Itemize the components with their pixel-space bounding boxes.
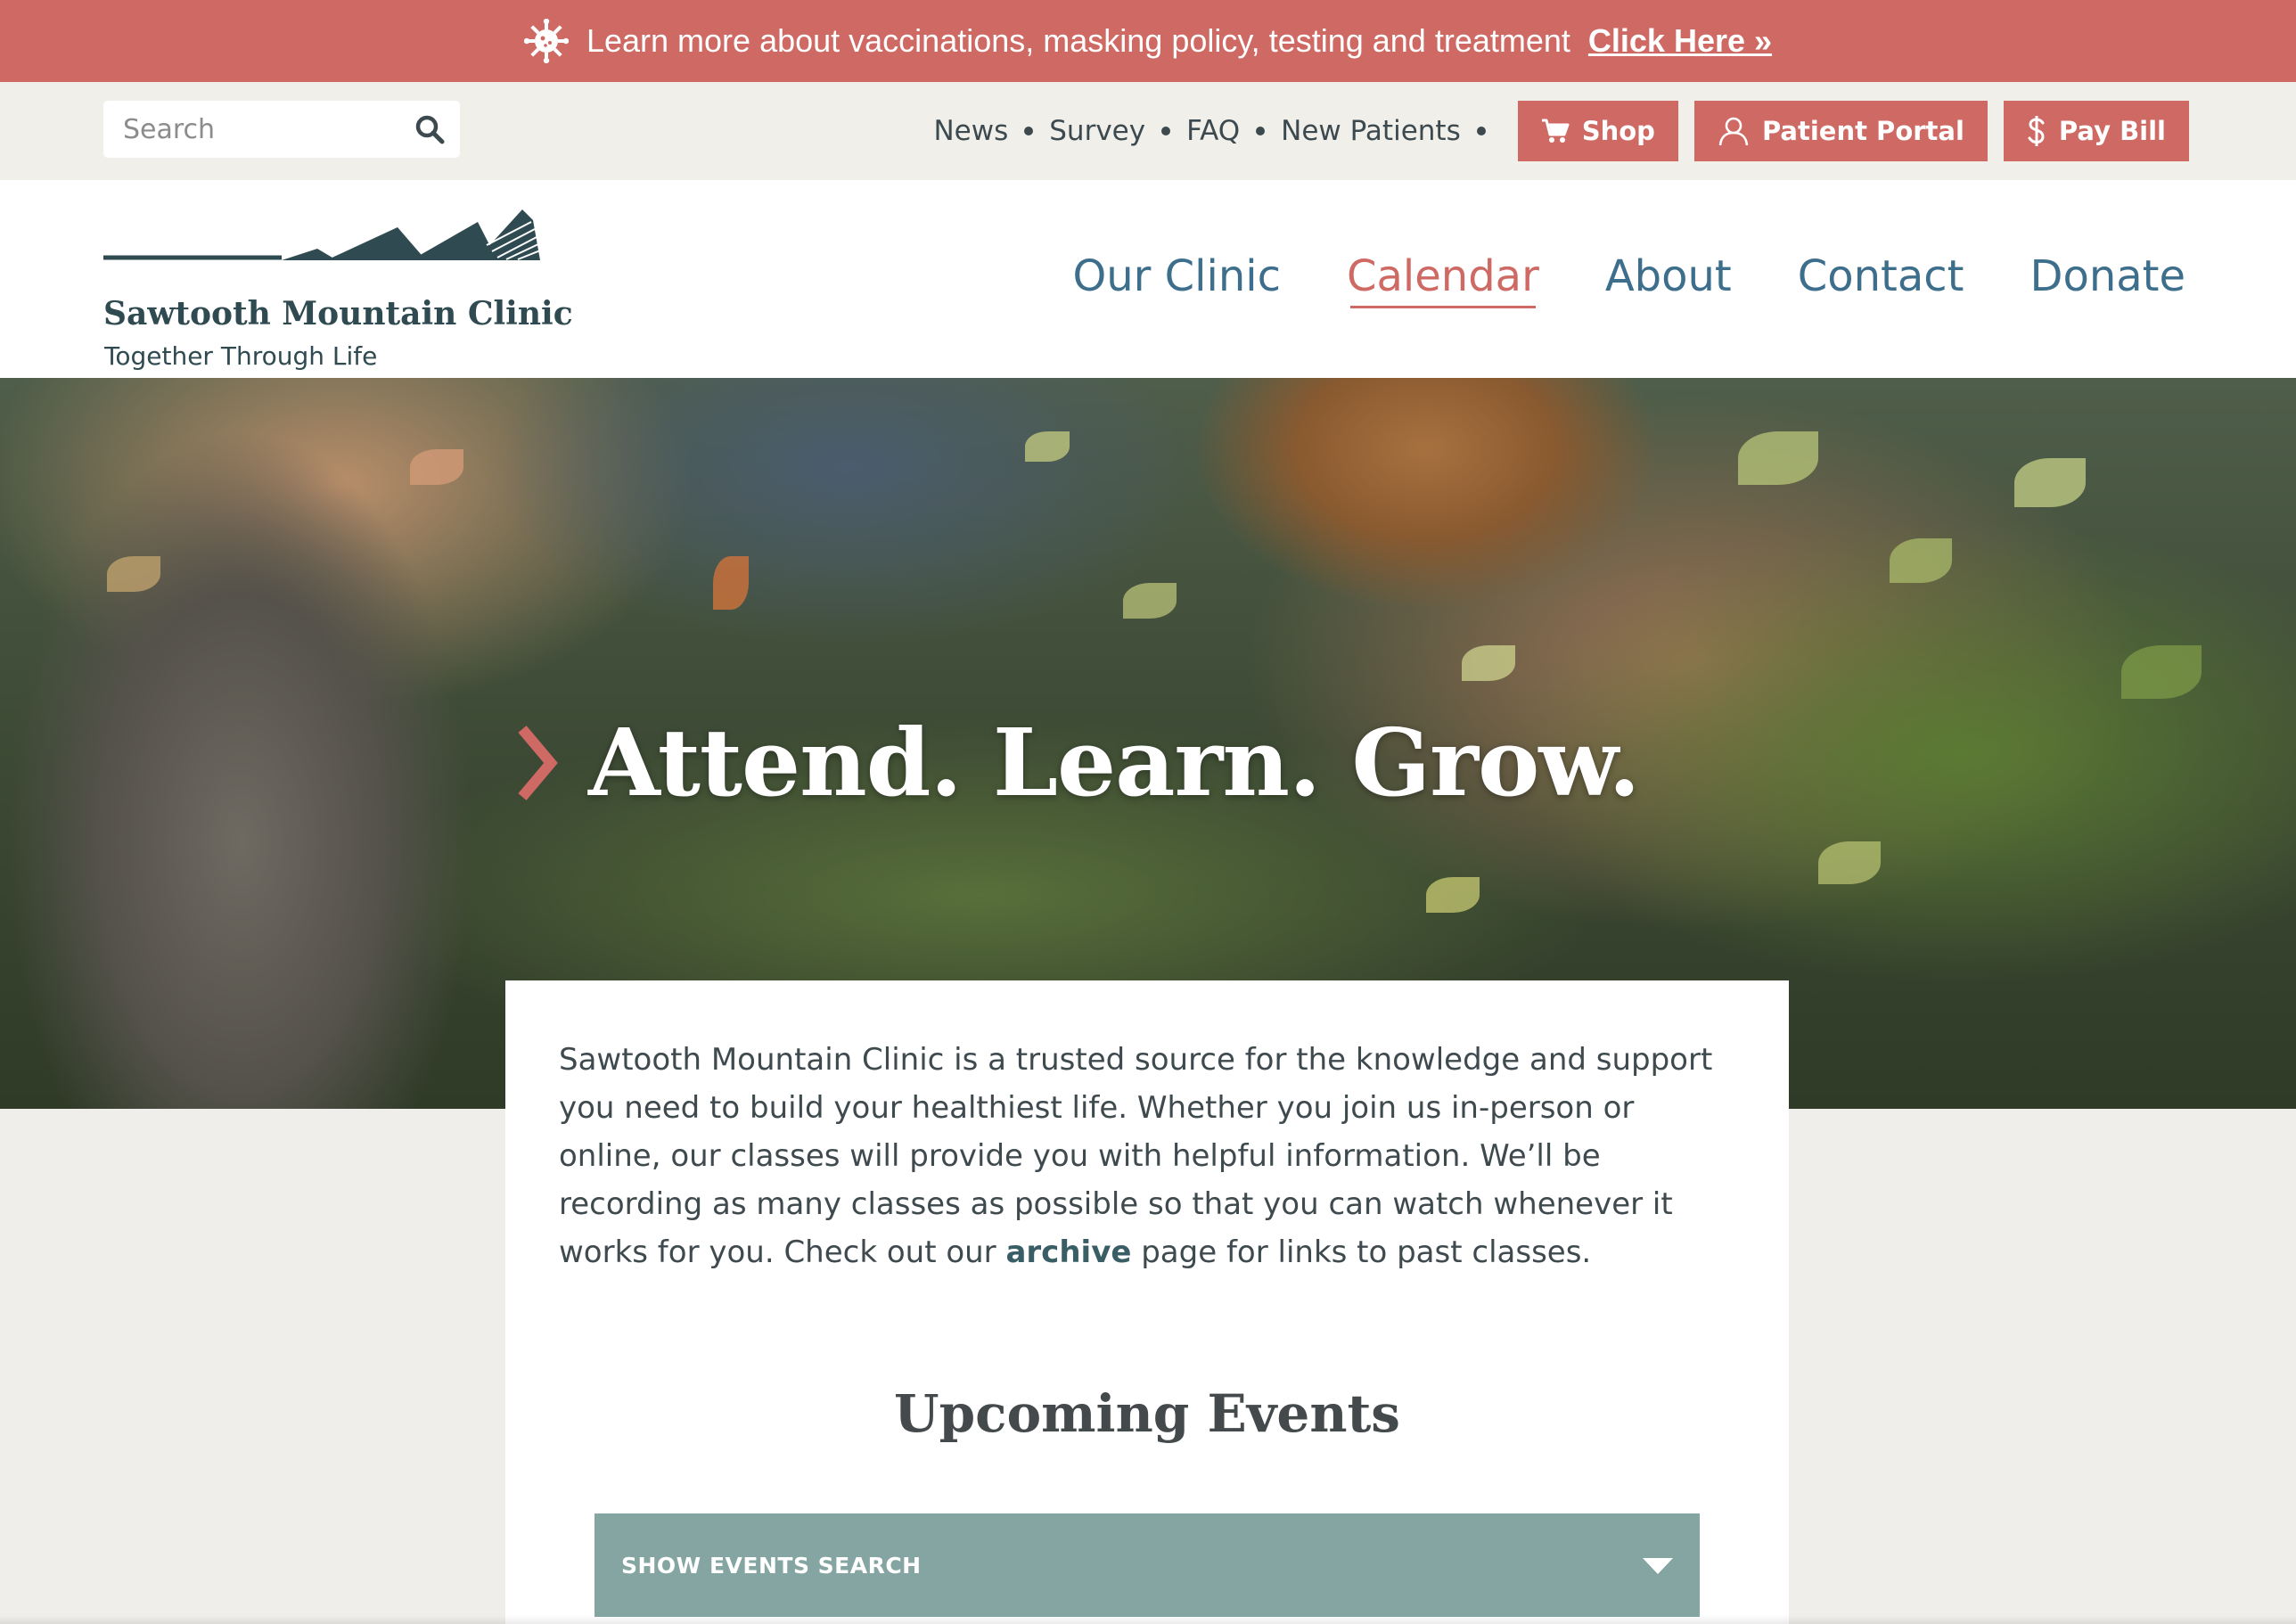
util-link-news[interactable]: News — [933, 115, 1008, 147]
logo[interactable]: Sawtooth Mountain Clinic Together Throug… — [103, 209, 573, 371]
separator-dot — [1476, 127, 1486, 135]
util-link-survey[interactable]: Survey — [1049, 115, 1145, 147]
user-icon — [1718, 117, 1749, 146]
hero-foliage — [1462, 645, 1515, 681]
page-bottom-shadow — [0, 1615, 2296, 1624]
hero-foliage — [1426, 877, 1480, 913]
shop-button[interactable]: Shop — [1517, 101, 1678, 161]
shop-button-label: Shop — [1581, 116, 1655, 146]
mountain-logo-icon — [103, 209, 540, 260]
nav-calendar[interactable]: Calendar — [1347, 251, 1539, 308]
alert-click-here-link[interactable]: Click Here » — [1588, 22, 1772, 60]
search-box — [103, 101, 460, 158]
archive-link[interactable]: archive — [1005, 1234, 1131, 1270]
util-link-new-patients[interactable]: New Patients — [1281, 115, 1461, 147]
hero-foliage — [107, 556, 160, 592]
pay-bill-button[interactable]: Pay Bill — [2003, 101, 2189, 161]
upcoming-events-heading: Upcoming Events — [894, 1383, 1400, 1444]
nav-contact[interactable]: Contact — [1798, 251, 1964, 301]
hero-foliage — [1738, 431, 1818, 485]
intro-text-end: page for links to past classes. — [1131, 1234, 1592, 1270]
logo-tagline: Together Through Life — [104, 341, 378, 371]
nav-our-clinic[interactable]: Our Clinic — [1072, 251, 1281, 301]
content-card: Sawtooth Mountain Clinic is a trusted so… — [505, 980, 1789, 1624]
show-events-search-toggle[interactable]: SHOW EVENTS SEARCH — [594, 1513, 1700, 1617]
separator-dot — [1161, 127, 1171, 135]
hero-foliage — [1025, 431, 1070, 462]
alert-banner: Learn more about vaccinations, masking p… — [0, 0, 2296, 82]
patient-portal-button[interactable]: Patient Portal — [1693, 101, 1988, 161]
hero-foliage — [1818, 841, 1881, 884]
patient-portal-button-label: Patient Portal — [1761, 116, 1964, 146]
main-nav: Our Clinic Calendar About Contact Donate — [1006, 251, 2185, 308]
hero-foliage — [1890, 538, 1952, 583]
nav-about[interactable]: About — [1605, 251, 1732, 301]
cart-icon — [1541, 119, 1570, 143]
util-link-faq[interactable]: FAQ — [1186, 115, 1240, 147]
utility-nav: News Survey FAQ New Patients Shop Patien… — [933, 101, 2189, 161]
pay-bill-button-label: Pay Bill — [2058, 116, 2166, 146]
hero-title: Attend. Learn. Grow. — [588, 708, 1641, 817]
hero-foliage — [410, 449, 463, 485]
intro-paragraph: Sawtooth Mountain Clinic is a trusted so… — [559, 1036, 1735, 1276]
separator-dot — [1256, 127, 1266, 135]
site-header: Sawtooth Mountain Clinic Together Throug… — [0, 180, 2296, 378]
events-search-toggle-label: SHOW EVENTS SEARCH — [621, 1552, 922, 1579]
logo-name: Sawtooth Mountain Clinic — [103, 295, 573, 332]
alert-text: Learn more about vaccinations, masking p… — [586, 22, 1570, 59]
virus-icon — [523, 19, 569, 63]
hero-title-wrap: Attend. Learn. Grow. — [510, 708, 1641, 817]
hero-foliage — [2121, 645, 2202, 699]
hero-foliage — [713, 556, 749, 610]
chevron-right-icon — [518, 725, 558, 800]
search-input[interactable] — [103, 103, 389, 156]
search-icon[interactable] — [414, 113, 446, 145]
nav-donate[interactable]: Donate — [2030, 251, 2185, 301]
dollar-icon — [2028, 116, 2045, 146]
caret-down-icon — [1643, 1558, 1673, 1574]
utility-bar: News Survey FAQ New Patients Shop Patien… — [0, 82, 2296, 180]
hero-foliage — [2014, 458, 2086, 507]
separator-dot — [1024, 127, 1034, 135]
hero-foliage — [1123, 583, 1177, 619]
